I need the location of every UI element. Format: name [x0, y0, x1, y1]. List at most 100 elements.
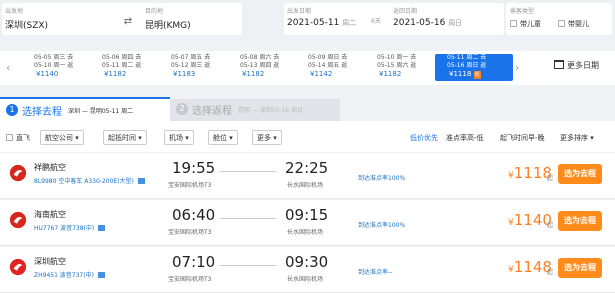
select-outbound-button[interactable]: 选为去程 — [558, 211, 602, 231]
tab-outbound[interactable]: 1 选择去程 深圳 — 昆明05-11 周二 — [0, 97, 170, 121]
select-outbound-button[interactable]: 选为去程 — [558, 258, 602, 278]
flight-row[interactable]: 祥鹏航空 8L9980 空中客车 A330-200E(大型) 19:55 宝安国际机场… — [0, 153, 615, 199]
date-price-value: ¥1182 — [104, 70, 127, 78]
price-unit: 起 — [547, 222, 554, 229]
flight-price: ¥1148 — [508, 258, 552, 276]
lowest-badge: 低 — [473, 71, 481, 79]
child-label: 带儿童 — [520, 20, 541, 28]
date-price-bar: ‹ 05-05 周三 去 05-10 周一 返 ¥1140 05-06 周四 去 05-… — [0, 51, 615, 85]
flight-row[interactable]: 海南航空 HU7767 波音738(中) 06:40 宝安国际机场T3 09:15 长水国… — [0, 200, 615, 246]
date-option[interactable]: 05-08 周六 去 05-13 周四 返 ¥1182 — [234, 54, 290, 81]
more-filter[interactable]: 更多 ▾ — [252, 130, 282, 145]
airport-filter[interactable]: 机场 ▾ — [164, 130, 194, 145]
more-dates-label: 更多日期 — [567, 61, 599, 70]
next-dates-arrow[interactable]: › — [515, 61, 519, 74]
date-option[interactable]: 05-07 周五 去 05-12 周三 返 ¥1183 — [165, 54, 221, 81]
infant-label: 带婴儿 — [568, 20, 589, 28]
date-return: 05-13 周四 返 — [240, 62, 280, 69]
date-price-value: ¥1182 — [242, 70, 265, 78]
swap-icon[interactable]: ⇄ — [120, 16, 136, 30]
date-outbound: 05-09 周日 去 — [308, 54, 348, 61]
dep-time: 19:55 — [172, 159, 216, 177]
date-option[interactable]: 05-06 周四 去 05-11 周二 返 ¥1182 — [96, 54, 152, 81]
checkbox-icon — [558, 20, 565, 27]
flight-info: HU7767 波音738(中) — [34, 223, 106, 232]
flight-number: 8L9980 空中客车 A330-200E(大型) — [34, 178, 134, 185]
date-option[interactable]: 05-09 周日 去 05-14 周五 返 ¥1142 — [302, 54, 358, 81]
passenger-box: 乘客类型 带儿童 带婴儿 — [506, 3, 612, 35]
cabin-filter[interactable]: 舱位 ▾ — [208, 130, 238, 145]
arr-airport: 长水国际机场 — [287, 229, 324, 236]
date-return: 05-10 周一 返 — [34, 62, 74, 69]
date-return: 05-16 周日 返 — [447, 62, 487, 69]
date-price: ¥1140 — [34, 70, 84, 78]
date-outbound: 05-08 周六 去 — [240, 54, 280, 61]
direct-checkbox[interactable]: 直飞 — [6, 133, 30, 143]
tab-return-route: 昆明 — 深圳05-16 周日 — [238, 107, 304, 114]
date-return: 05-15 周六 返 — [377, 62, 417, 69]
price-unit: 起 — [547, 269, 554, 276]
flight-info: ZH9451 波音737(中) — [34, 270, 105, 279]
date-price-value: ¥1183 — [173, 70, 196, 78]
arr-airport: 长水国际机场 — [287, 182, 324, 189]
sort-dep-time[interactable]: 起飞时间早-晚 — [500, 133, 545, 143]
date-price: ¥1118 低 — [447, 70, 513, 79]
step-number: 1 — [6, 104, 18, 116]
from-input[interactable]: 深圳(SZX) — [5, 18, 48, 31]
dep-airport: 宝安国际机场T3 — [168, 182, 212, 189]
more-dates-button[interactable]: 更多日期 — [554, 60, 599, 71]
date-price: ¥1182 — [102, 70, 152, 78]
duration-line — [220, 265, 276, 266]
date-option[interactable]: 05-05 周三 去 05-10 周一 返 ¥1140 — [28, 54, 84, 81]
ontime-rate: 到达准点率100% — [358, 175, 406, 182]
infant-checkbox[interactable]: 带婴儿 — [558, 19, 589, 29]
sort-ontime[interactable]: 准点率高-低 — [446, 133, 484, 143]
date-outbound: 05-07 周五 去 — [171, 54, 211, 61]
sort-more[interactable]: 更多排序 ▾ — [560, 133, 594, 143]
prev-dates-arrow[interactable]: ‹ — [6, 61, 10, 74]
date-option[interactable]: 05-10 周一 去 05-15 周六 返 ¥1182 — [371, 54, 427, 81]
from-label: 出发地 — [5, 8, 24, 15]
airline-logo-icon — [9, 164, 27, 182]
airline-filter[interactable]: 航空公司 ▾ — [40, 130, 84, 145]
flight-price: ¥1118 — [508, 164, 552, 182]
time-filter[interactable]: 起抵时间 ▾ — [103, 130, 147, 145]
date-option[interactable]: 05-11 周二 去 05-16 周日 返 ¥1118 低 — [435, 54, 513, 81]
tab-return-title: 选择返程 — [192, 106, 232, 117]
return-date: 2021-05-16 — [393, 18, 446, 28]
arr-time: 22:25 — [285, 159, 329, 177]
date-price: ¥1183 — [171, 70, 221, 78]
date-outbound: 05-05 周三 去 — [34, 54, 74, 61]
return-date-input[interactable]: 2021-05-16 周日 — [393, 18, 462, 28]
airline-name: 祥鹏航空 — [34, 163, 66, 172]
flight-row[interactable]: 深圳航空 ZH9451 波音737(中) 07:10 宝安国际机场T3 09:30 长水国… — [0, 247, 615, 293]
date-price-value: ¥1140 — [36, 70, 59, 78]
tv-icon — [137, 178, 145, 184]
depart-date-input[interactable]: 2021-05-11 周二 — [287, 18, 356, 28]
date-price-value: ¥1142 — [310, 70, 333, 78]
select-outbound-button[interactable]: 选为去程 — [558, 164, 602, 184]
date-box: 出发日期 2021-05-11 周二 6天 返回日期 2021-05-16 周日 — [284, 3, 504, 35]
ontime-rate: 到达准点率100% — [358, 222, 406, 229]
date-price: ¥1182 — [377, 70, 427, 78]
trip-tabs: 1 选择去程 深圳 — 昆明05-11 周二 2 选择返程 昆明 — 深圳05-… — [0, 97, 340, 121]
child-checkbox[interactable]: 带儿童 — [510, 19, 541, 29]
flight-info: 8L9980 空中客车 A330-200E(大型) — [34, 176, 145, 185]
date-price-value: ¥1182 — [379, 70, 402, 78]
tab-return[interactable]: 2 选择返程 昆明 — 深圳05-16 周日 — [170, 99, 340, 121]
to-input[interactable]: 昆明(KMG) — [145, 18, 191, 31]
dep-airport: 宝安国际机场T3 — [168, 276, 212, 283]
arr-airport: 长水国际机场 — [287, 276, 324, 283]
passenger-label: 乘客类型 — [510, 8, 535, 15]
tv-icon — [98, 225, 106, 231]
price-unit: 起 — [547, 175, 554, 182]
depart-label: 出发日期 — [287, 8, 312, 15]
date-price: ¥1182 — [240, 70, 290, 78]
airline-name: 海南航空 — [34, 210, 66, 219]
date-outbound: 05-06 周四 去 — [102, 54, 142, 61]
tv-icon — [97, 272, 105, 278]
trip-length: 6天 — [371, 18, 381, 25]
checkbox-icon — [6, 134, 13, 141]
date-price-value: ¥1118 — [449, 70, 472, 78]
sort-low-price[interactable]: 低价优先 — [410, 133, 438, 143]
